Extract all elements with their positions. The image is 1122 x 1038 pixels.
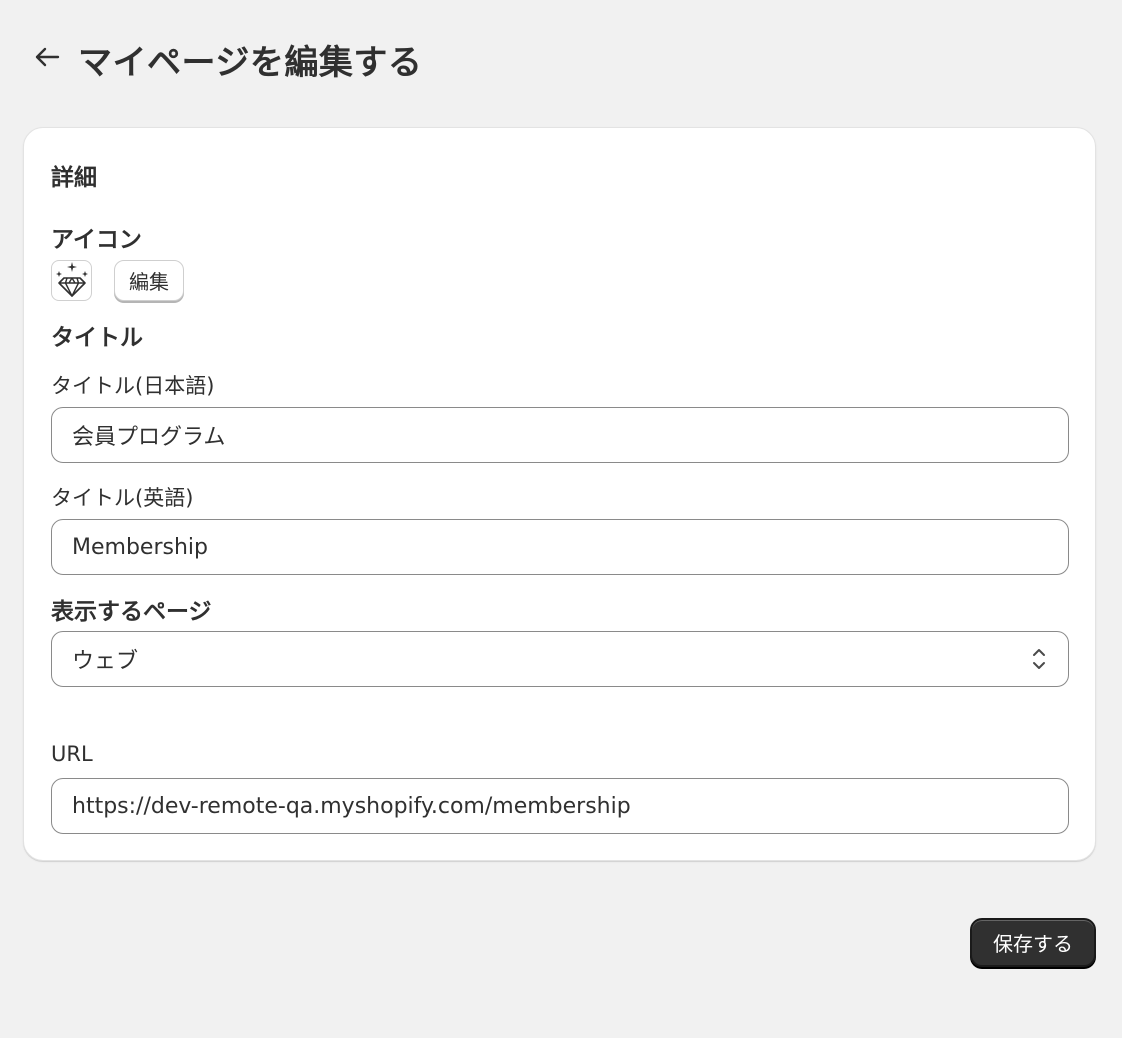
icon-heading: アイコン [51, 227, 142, 253]
title-ja-label: タイトル(日本語) [51, 374, 215, 398]
sparkling-diamond-icon [53, 260, 91, 302]
page-header: マイページを編集する [28, 36, 423, 83]
section-title: 詳細 [51, 165, 97, 191]
details-card: 詳細 アイコン 編集 タイトル タイトル(日本語) タイトル(英語) 表示するペ… [23, 127, 1096, 861]
title-ja-input[interactable] [51, 407, 1069, 463]
title-en-input[interactable] [51, 519, 1069, 575]
back-button[interactable] [28, 40, 66, 78]
title-en-label: タイトル(英語) [51, 486, 194, 510]
display-page-select[interactable]: ウェブ [51, 631, 1069, 687]
current-icon-preview [51, 260, 92, 301]
arrow-left-icon [34, 46, 60, 72]
select-chevron-updown-icon [1030, 645, 1048, 673]
save-button[interactable]: 保存する [970, 918, 1096, 967]
display-page-selected-value: ウェブ [72, 649, 139, 674]
page-title: マイページを編集する [78, 42, 423, 83]
url-input[interactable] [51, 778, 1069, 834]
title-heading: タイトル [51, 325, 143, 351]
url-label: URL [51, 742, 93, 766]
display-page-heading: 表示するページ [51, 599, 212, 625]
edit-icon-button[interactable]: 編集 [114, 260, 184, 301]
